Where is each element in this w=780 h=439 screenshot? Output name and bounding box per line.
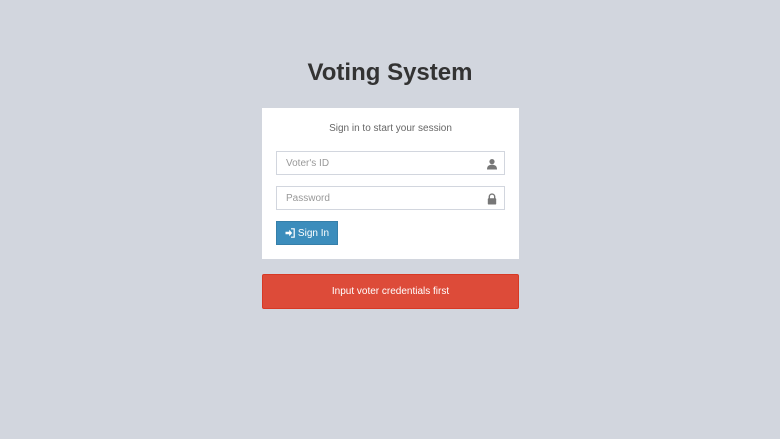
password-input[interactable] bbox=[277, 187, 486, 209]
password-field-group bbox=[276, 186, 505, 210]
login-box: Sign in to start your session Voter's ID… bbox=[262, 108, 519, 259]
sign-in-button[interactable]: Sign In bbox=[276, 221, 338, 245]
page-title: Voting System bbox=[307, 59, 473, 86]
lock-icon bbox=[486, 192, 498, 205]
alert-text: Input voter credentials first bbox=[331, 286, 450, 297]
sign-in-label: Sign In bbox=[297, 227, 330, 239]
login-page: Voting System Sign in to start your sess… bbox=[0, 0, 780, 439]
login-message: Sign in to start your session bbox=[329, 123, 452, 134]
user-icon bbox=[486, 157, 498, 170]
voter-id-field-group bbox=[276, 151, 505, 175]
voter-id-input[interactable] bbox=[277, 152, 486, 174]
sign-in-icon bbox=[285, 228, 295, 238]
error-alert: Input voter credentials first bbox=[262, 274, 519, 309]
